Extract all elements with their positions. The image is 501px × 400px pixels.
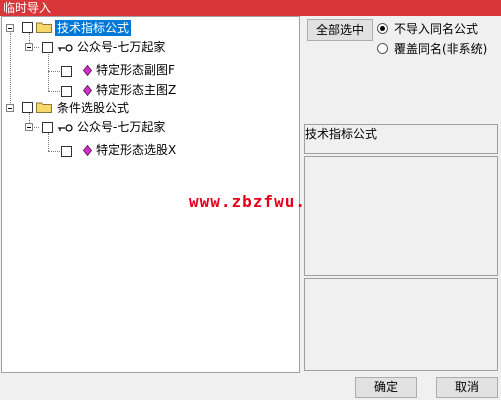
radio-indicator[interactable] <box>377 23 388 34</box>
collapse-toggle[interactable] <box>25 123 33 131</box>
key-icon <box>58 124 73 132</box>
radio-overwrite[interactable]: 覆盖同名(非系统) <box>377 41 487 57</box>
collapse-toggle[interactable] <box>6 104 14 112</box>
tree-line <box>48 151 60 152</box>
ok-button[interactable]: 确定 <box>355 377 417 398</box>
window-title: 临时导入 <box>3 1 52 15</box>
group-checkbox[interactable] <box>22 22 33 33</box>
tree-line <box>48 91 60 92</box>
radio-label: 覆盖同名(非系统) <box>394 42 488 56</box>
radio-skip-duplicates[interactable]: 不导入同名公式 <box>377 21 478 37</box>
tree-group-label[interactable]: 条件选股公式 <box>55 100 131 116</box>
radio-indicator[interactable] <box>377 43 388 54</box>
description-panel <box>304 278 498 371</box>
key-icon <box>58 44 73 52</box>
item-checkbox[interactable] <box>61 86 72 97</box>
folder-icon <box>36 102 52 113</box>
formula-type-label: 技术指标公式 <box>305 127 378 141</box>
tree-item-label[interactable]: 特定形态副图F <box>94 62 177 78</box>
tree-item-label[interactable]: 特定形态选股X <box>94 142 178 158</box>
info-panel <box>304 156 498 276</box>
tree-line <box>10 33 11 107</box>
tree-line <box>48 71 60 72</box>
tree-child-label[interactable]: 公众号-七万起家 <box>75 119 167 135</box>
formula-gem-icon <box>83 85 92 96</box>
tree-child-label[interactable]: 公众号-七万起家 <box>75 39 167 55</box>
formula-gem-icon <box>83 145 92 156</box>
child-checkbox[interactable] <box>42 122 53 133</box>
collapse-toggle[interactable] <box>25 43 33 51</box>
tree-group-label[interactable]: 技术指标公式 <box>55 20 132 36</box>
tree-line <box>48 133 49 151</box>
child-checkbox[interactable] <box>42 42 53 53</box>
item-checkbox[interactable] <box>61 66 72 77</box>
group-checkbox[interactable] <box>22 102 33 113</box>
formula-gem-icon <box>83 65 92 76</box>
collapse-toggle[interactable] <box>6 24 14 32</box>
item-checkbox[interactable] <box>61 146 72 157</box>
folder-icon <box>36 22 52 33</box>
tree-item-label[interactable]: 特定形态主图Z <box>94 82 178 98</box>
title-bar[interactable]: 临时导入 <box>0 0 501 16</box>
cancel-button[interactable]: 取消 <box>436 377 498 398</box>
radio-label: 不导入同名公式 <box>394 22 479 36</box>
select-all-button[interactable]: 全部选中 <box>307 19 373 41</box>
